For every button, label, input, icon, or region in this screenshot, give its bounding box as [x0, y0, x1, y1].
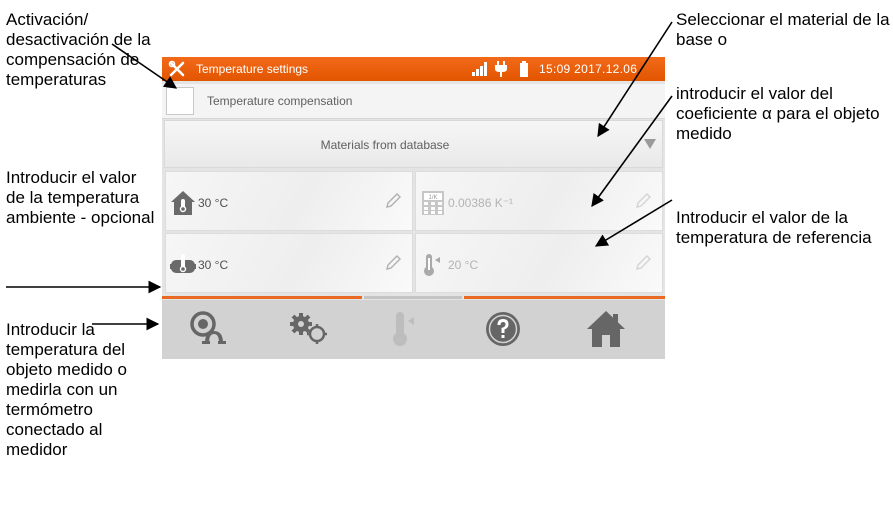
gears-icon — [290, 313, 327, 344]
svg-text:1/K: 1/K — [428, 195, 437, 201]
house-thermometer-icon — [171, 191, 195, 215]
device-screen: Temperature settings 15:09 2017.12.06 Te… — [162, 57, 665, 359]
pencil-icon — [636, 255, 651, 270]
pencil-icon — [386, 193, 401, 208]
help-icon — [486, 312, 520, 346]
tab-indicator-inactive — [364, 296, 462, 299]
screen-title: Temperature settings — [196, 62, 309, 76]
ambient-temperature-value: 30 °C — [198, 196, 229, 210]
home-button[interactable] — [583, 309, 629, 349]
material-dropdown[interactable]: Materials from database — [164, 120, 663, 168]
tab-indicator-active — [162, 296, 362, 299]
annotation-compensation-toggle: Activación/ desactivación de la compensa… — [6, 10, 151, 89]
temperature-compensation-row[interactable]: Temperature compensation — [162, 84, 665, 119]
alpha-coefficient-field[interactable]: 1/K 0.00386 K⁻¹ — [415, 171, 663, 231]
temperature-compensation-label: Temperature compensation — [207, 94, 353, 108]
home-icon — [587, 311, 625, 347]
clock: 15:09 2017.12.06 — [539, 62, 638, 76]
material-dropdown-value: Materials from database — [320, 138, 450, 152]
annotation-select-material: Seleccionar el material de la base o — [676, 10, 890, 49]
object-temperature-value: 30 °C — [198, 258, 229, 272]
annotation-object-temperature: Introducir la temperatura del objeto med… — [6, 320, 127, 459]
bottom-toolbar — [162, 300, 665, 359]
annotation-reference-temperature: Introducir el valor de la temperatura de… — [676, 208, 872, 247]
ambient-temperature-field[interactable]: 30 °C — [165, 171, 413, 231]
annotation-ambient-temperature: Introducir el valor de la temperatura am… — [6, 168, 155, 227]
tools-icon — [168, 60, 185, 77]
tab-indicator-active — [464, 296, 665, 299]
reference-temperature-value: 20 °C — [448, 258, 479, 272]
title-bar: Temperature settings 15:09 2017.12.06 — [162, 57, 665, 81]
pencil-icon — [636, 193, 651, 208]
annotation-alpha-coefficient: introducir el valor del coeficiente α pa… — [676, 84, 880, 143]
reference-temperature-field[interactable]: 20 °C — [415, 233, 663, 293]
alpha-coefficient-value: 0.00386 K⁻¹ — [448, 196, 514, 210]
battery-icon — [520, 61, 528, 77]
dropdown-arrow-icon — [644, 139, 656, 149]
pencil-icon — [386, 255, 401, 270]
thermometer-icon — [424, 254, 440, 276]
object-thermometer-icon — [170, 254, 196, 273]
temperature-settings-button[interactable] — [381, 309, 427, 349]
thermometer-icon — [393, 312, 414, 346]
plug-icon — [495, 61, 507, 77]
settings-button[interactable] — [286, 309, 332, 349]
measurement-button[interactable] — [186, 309, 232, 349]
resistance-measurement-icon — [190, 311, 226, 344]
object-temperature-field[interactable]: 30 °C — [165, 233, 413, 293]
calculator-icon: 1/K — [422, 191, 444, 215]
help-button[interactable] — [480, 309, 526, 349]
temperature-compensation-checkbox[interactable] — [166, 87, 194, 115]
signal-icon — [472, 62, 487, 76]
